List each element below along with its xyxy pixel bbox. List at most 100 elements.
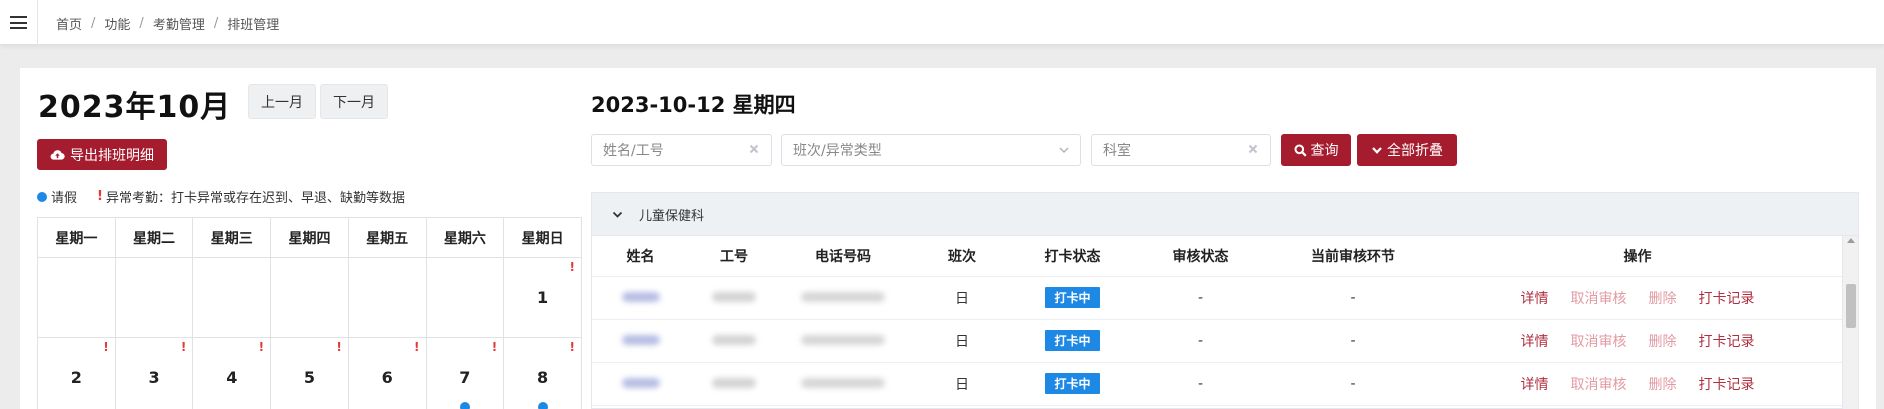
breadcrumb-separator: / <box>213 16 219 31</box>
cancel-review-link[interactable]: 取消审核 <box>1571 374 1627 394</box>
breadcrumb-separator: / <box>139 16 144 31</box>
redacted-name <box>621 291 660 302</box>
calendar-day-cell[interactable]: ! 3 <box>114 337 194 409</box>
scrollbar-thumb[interactable] <box>1846 284 1856 328</box>
employee-name-cell <box>592 362 689 406</box>
punch-records-link[interactable]: 打卡记录 <box>1699 288 1755 308</box>
redacted-phone <box>801 377 885 388</box>
calendar-day-cell[interactable]: ! 8 <box>503 337 582 409</box>
menu-toggle-button[interactable] <box>0 0 38 45</box>
cancel-review-link[interactable]: 取消审核 <box>1571 331 1627 351</box>
breadcrumb: 首页 / 功能 / 考勤管理 / 排班管理 <box>56 14 279 33</box>
employee-id-cell <box>689 362 779 406</box>
abnormal-mark-icon: ! <box>336 340 342 354</box>
review-status-cell: - <box>1128 362 1273 406</box>
cancel-review-link[interactable]: 取消审核 <box>1571 288 1627 308</box>
redacted-phone <box>801 334 885 345</box>
breadcrumb-item-home[interactable]: 首页 <box>56 14 82 33</box>
department-name: 儿童保健科 <box>639 208 705 224</box>
calendar-day-cell[interactable]: ! 4 <box>192 337 272 409</box>
weekday-header: 星期二 <box>114 217 194 258</box>
weekday-header: 星期日 <box>503 217 582 258</box>
calendar-day-number: 5 <box>303 368 316 387</box>
redacted-id <box>712 377 756 388</box>
next-month-button[interactable]: 下一月 <box>320 84 388 119</box>
calendar-day-number: 8 <box>537 368 549 387</box>
close-icon[interactable] <box>747 142 761 156</box>
cloud-upload-icon <box>50 150 65 160</box>
shift-cell: 日 <box>907 362 1017 406</box>
chevron-down-icon <box>1372 147 1382 154</box>
calendar-day-number: 7 <box>459 368 471 387</box>
actions-cell: 详情 取消审核 删除 打卡记录 <box>1433 362 1842 406</box>
calendar-day-cell[interactable]: ! 7 <box>425 337 505 409</box>
calendar-day-number: 2 <box>70 368 82 387</box>
redacted-id <box>712 334 756 345</box>
schedule-table: 姓名 工号 电话号码 班次 打卡状态 审核状态 当前审核环节 操作 日 打卡中 … <box>592 236 1842 406</box>
calendar-day-cell[interactable]: ! 1 <box>503 257 582 338</box>
department-header[interactable]: 儿童保健科 <box>592 193 1858 236</box>
punch-status-badge: 打卡中 <box>1045 373 1100 394</box>
name-search-input[interactable]: 姓名/工号 <box>591 134 772 166</box>
calendar-day-cell[interactable]: ! 2 <box>37 337 116 409</box>
export-schedule-button[interactable]: 导出排班明细 <box>37 139 167 170</box>
phone-cell <box>779 362 907 406</box>
shift-cell: 日 <box>907 276 1017 320</box>
punch-status-cell: 打卡中 <box>1017 276 1128 320</box>
calendar-empty-cell <box>347 257 427 338</box>
punch-status-badge: 打卡中 <box>1045 330 1100 351</box>
leave-dot-icon <box>459 402 470 409</box>
punch-records-link[interactable]: 打卡记录 <box>1699 331 1755 351</box>
shift-cell: 日 <box>907 319 1017 363</box>
abnormal-mark-icon: ! <box>180 340 187 354</box>
redacted-name <box>621 377 660 388</box>
employee-id-cell <box>689 319 779 363</box>
delete-link[interactable]: 删除 <box>1649 374 1677 394</box>
breadcrumb-separator: / <box>91 16 96 31</box>
selected-date-title: 2023-10-12 星期四 <box>591 93 796 117</box>
calendar-empty-cell <box>192 257 272 338</box>
table-scrollbar[interactable] <box>1842 236 1858 409</box>
abnormal-mark-icon: ! <box>414 340 420 354</box>
column-header: 打卡状态 <box>1017 236 1128 277</box>
calendar-week-row: ! 2 ! 3 ! 4 ! 5 ! 6 ! 7 ! 8 <box>37 337 582 409</box>
delete-link[interactable]: 删除 <box>1649 331 1677 351</box>
delete-link[interactable]: 删除 <box>1649 288 1677 308</box>
calendar-empty-cell <box>270 257 349 338</box>
phone-cell <box>779 319 907 363</box>
detail-link[interactable]: 详情 <box>1521 374 1549 394</box>
table-header-row: 姓名 工号 电话号码 班次 打卡状态 审核状态 当前审核环节 操作 <box>592 236 1842 277</box>
shift-type-select[interactable]: 班次/异常类型 <box>781 134 1081 166</box>
breadcrumb-item-attendance[interactable]: 考勤管理 <box>153 14 205 33</box>
breadcrumb-item-functions[interactable]: 功能 <box>104 14 130 33</box>
punch-records-link[interactable]: 打卡记录 <box>1699 374 1755 394</box>
close-icon[interactable] <box>1246 142 1260 156</box>
calendar-day-cell[interactable]: ! 6 <box>347 337 427 409</box>
collapse-all-button[interactable]: 全部折叠 <box>1357 134 1457 166</box>
calendar-empty-cell <box>114 257 194 338</box>
abnormal-mark-icon: ! <box>258 340 265 354</box>
prev-month-button[interactable]: 上一月 <box>248 84 316 119</box>
department-input[interactable]: 科室 <box>1091 134 1271 166</box>
employee-name-cell <box>592 276 689 320</box>
weekday-header: 星期五 <box>347 217 427 258</box>
shift-type-placeholder: 班次/异常类型 <box>793 143 882 159</box>
hamburger-icon <box>10 16 27 29</box>
detail-link[interactable]: 详情 <box>1521 288 1549 308</box>
calendar-day-cell[interactable]: ! 5 <box>270 337 349 409</box>
weekday-header: 星期一 <box>37 217 116 258</box>
redacted-phone <box>801 291 885 302</box>
calendar-legend: 请假 ! 异常考勤：打卡异常或存在迟到、早退、缺勤等数据 <box>37 187 405 206</box>
department-placeholder: 科室 <box>1103 143 1131 159</box>
leave-dot-icon <box>37 191 47 202</box>
calendar-day-number: 1 <box>537 288 549 307</box>
punch-status-cell: 打卡中 <box>1017 362 1128 406</box>
collapse-all-label: 全部折叠 <box>1387 143 1443 159</box>
actions-cell: 详情 取消审核 删除 打卡记录 <box>1433 276 1842 320</box>
detail-link[interactable]: 详情 <box>1521 331 1549 351</box>
table-row: 日 打卡中 - - 详情 取消审核 删除 打卡记录 <box>592 319 1842 363</box>
scroll-up-arrow-icon[interactable] <box>1847 238 1855 243</box>
query-button[interactable]: 查询 <box>1281 134 1351 166</box>
abnormal-mark-icon: ! <box>569 340 575 354</box>
weekday-header-row: 星期一 星期二 星期三 星期四 星期五 星期六 星期日 <box>37 217 582 258</box>
